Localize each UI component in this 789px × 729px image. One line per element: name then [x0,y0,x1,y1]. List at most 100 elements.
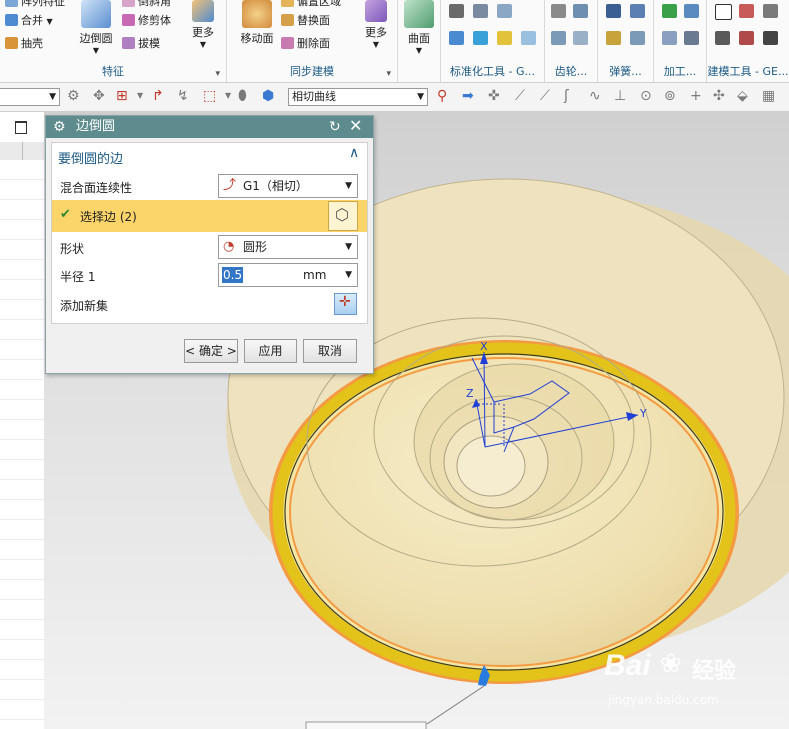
point-icon[interactable]: ✣ [713,88,725,104]
spring-icon[interactable] [630,31,645,45]
eraser-icon[interactable]: ⬮ [238,88,247,104]
radius-field[interactable]: 0.5 mm ▼ [218,263,358,287]
snap-icon[interactable]: ⚙ [67,88,80,104]
snap-icon[interactable]: ✥ [93,88,105,104]
chevron-down-icon[interactable]: ▼ [137,88,143,104]
chamfer-item[interactable]: 倒斜角 [122,0,171,9]
radius-value[interactable]: 0.5 [222,267,244,283]
radius-unit[interactable]: mm [303,264,326,286]
draft-icon [122,37,135,49]
spring-icon[interactable] [630,4,645,18]
move-face-button[interactable]: 移动面 [235,0,279,46]
chevron-down-icon[interactable]: ▼ [360,40,392,49]
tolerance-icon[interactable] [763,31,778,45]
tool-icon[interactable] [497,4,512,18]
gear-icon[interactable] [573,4,588,18]
delete-face-item[interactable]: 删除面 [281,37,330,51]
dialog-title-bar[interactable]: ⚙ 边倒圆 ↻ ✕ [46,116,373,138]
pointer-icon[interactable]: ↯ [177,88,189,104]
std-tools-label[interactable]: 标准化工具 - G... [441,63,544,79]
chevron-down-icon[interactable]: ▼ [76,46,116,55]
tool-icon[interactable] [763,4,778,18]
tool-icon[interactable] [715,31,730,45]
tool-icon[interactable] [497,31,512,45]
grid-icon[interactable]: ▦ [762,88,775,104]
group-expand-icon[interactable]: ▾ [215,69,220,79]
tool-icon[interactable] [449,4,464,18]
table-icon[interactable] [739,4,754,18]
add-set-button[interactable]: ✛ [334,293,357,315]
inner-hole [456,435,526,497]
select-edge-row[interactable]: ✔ 选择边 (2) ⬡ [52,200,367,232]
cube-icon[interactable]: ⬢ [262,88,274,104]
chevron-down-icon[interactable]: ▼ [187,40,219,49]
spring-group-label[interactable]: 弹簧... [598,63,653,79]
collapse-icon[interactable]: ∧ [349,145,359,161]
reset-icon[interactable]: ↻ [329,116,341,138]
line-icon[interactable]: ⟋ [540,88,550,104]
maximize-icon[interactable] [15,121,27,134]
apply-button[interactable]: 应用 [244,339,297,363]
circle-icon[interactable]: ⊚ [664,88,676,104]
selection-filter-combo[interactable]: ▼ [0,88,60,106]
pattern-feature-icon [5,0,18,7]
continuity-select[interactable]: ⤴ G1（相切） ▼ [218,174,358,198]
pattern-feature-item[interactable]: 阵列特征 [5,0,65,9]
tool-icon[interactable] [473,31,488,45]
spring-icon[interactable] [606,4,621,18]
machining-group-label[interactable]: 加工... [654,63,706,79]
offset-region-item[interactable]: 偏置区域 [281,0,341,9]
select-edge-button[interactable]: ⬡ [328,201,358,231]
gear-group-label[interactable]: 齿轮... [545,63,597,79]
tool-icon[interactable] [739,31,754,45]
chevron-down-icon[interactable]: ▼ [225,88,231,104]
triangle-icon[interactable] [715,4,732,20]
shape-select[interactable]: ◔ 圆形 ▼ [218,235,358,259]
rectangle-select-icon[interactable]: ⬚ [203,88,216,104]
machining-icon[interactable] [662,31,677,45]
plus-icon[interactable]: + [690,88,702,104]
tool-icon[interactable] [521,31,536,45]
group-expand-icon[interactable]: ▾ [386,69,391,79]
snap-icon[interactable]: ⬙ [737,88,748,104]
chevron-down-icon[interactable]: ▼ [47,17,53,26]
machining-icon[interactable] [684,31,699,45]
machining-icon[interactable] [684,4,699,18]
machining-icon[interactable] [662,4,677,18]
edge-blend-button[interactable]: 边倒圆 ▼ [76,0,116,55]
gear-icon[interactable] [573,31,588,45]
snap-icon[interactable]: ⚲ [437,88,447,104]
line-icon[interactable]: ⟋ [515,88,525,104]
intersect-icon[interactable]: ⊥ [614,88,626,104]
gear-icon[interactable] [551,4,566,18]
feature-more-button[interactable]: 更多 ▼ [187,0,219,49]
curve-rule-combo[interactable]: 相切曲线 ▼ [288,88,428,106]
cancel-button[interactable]: 取消 [303,339,357,363]
arrow-icon[interactable]: ➡ [462,88,474,104]
gear-icon[interactable] [551,31,566,45]
ok-button[interactable]: < 确定 > [184,339,238,363]
curve-icon[interactable]: ʃ [564,88,569,104]
replace-face-item[interactable]: 替换面 [281,14,330,28]
tool-icon[interactable] [449,31,464,45]
trim-body-item[interactable]: 修剪体 [122,14,171,28]
gear-icon[interactable]: ⚙ [53,116,66,138]
chevron-down-icon[interactable]: ▼ [402,46,436,55]
add-set-icon: ✛ [339,294,351,310]
sync-more-button[interactable]: 更多 ▼ [360,0,392,49]
snap-icon[interactable]: ✜ [488,88,500,104]
spring-icon[interactable] [606,31,621,45]
modeling-tools-label[interactable]: 建模工具 - GE... [707,63,789,79]
draft-item[interactable]: 拔模 [122,37,160,51]
shell-item[interactable]: 抽壳 [5,37,43,51]
circle-icon[interactable]: ⊙ [640,88,652,104]
unite-item[interactable]: 合并 ▼ [5,14,53,29]
spline-icon[interactable]: ∿ [589,88,601,104]
close-icon[interactable]: ✕ [349,115,362,137]
move-face-icon [242,0,272,28]
tool-icon[interactable] [473,4,488,18]
select-feature-icon[interactable]: ⊞ [116,88,128,104]
section-header[interactable]: 要倒圆的边 ∧ [52,143,367,169]
pointer-icon[interactable]: ↱ [152,88,164,104]
surface-button[interactable]: 曲面 ▼ [402,0,436,55]
